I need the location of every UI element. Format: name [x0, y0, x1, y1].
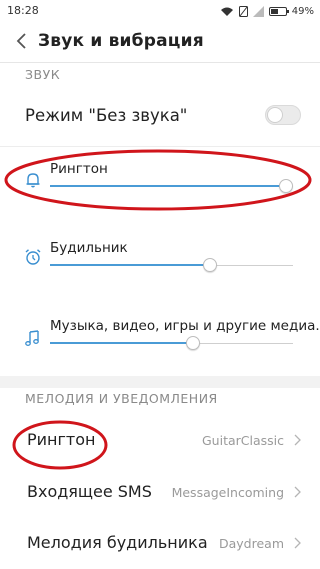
signal-icon [252, 5, 264, 17]
ringtone-value: GuitarClassic [201, 433, 284, 448]
alarm-volume-label: Будильник [50, 240, 128, 256]
alarm-melody-value: Daydream [218, 536, 284, 551]
slider-thumb[interactable] [278, 179, 293, 193]
sim-off-icon [238, 5, 248, 17]
battery-icon [268, 6, 289, 16]
slider-thumb[interactable] [186, 336, 201, 350]
silent-mode-toggle[interactable] [265, 105, 301, 125]
media-volume-slider[interactable] [50, 336, 293, 352]
silent-mode-label: Режим "Без звука" [25, 106, 188, 125]
status-time: 18:28 [7, 4, 39, 17]
status-icons: 49% [220, 3, 314, 19]
slider-fill [50, 342, 194, 344]
section-header-sound: ЗВУК [25, 67, 61, 82]
app-header: Звук и вибрация [0, 22, 320, 63]
back-arrow-icon[interactable] [12, 30, 32, 52]
ringtone-volume-label: Рингтон [50, 161, 108, 177]
music-note-icon [25, 330, 39, 346]
wifi-icon [220, 7, 233, 16]
status-bar: 18:28 49% [0, 0, 320, 22]
sms-sound-label: Входящее SMS [27, 482, 152, 501]
page-title: Звук и вибрация [38, 31, 204, 51]
chevron-right-icon [294, 434, 301, 446]
slider-fill [50, 264, 211, 266]
ringtone-volume-slider[interactable] [50, 179, 293, 195]
alarm-volume-slider[interactable] [50, 258, 293, 274]
chevron-right-icon [294, 486, 301, 498]
slider-fill [50, 185, 286, 187]
slider-thumb[interactable] [203, 258, 218, 272]
bell-icon [26, 173, 40, 188]
alarm-melody-label: Мелодия будильника [27, 533, 208, 552]
ringtone-label: Рингтон [27, 430, 96, 449]
section-divider [0, 376, 320, 388]
media-volume-label: Музыка, видео, игры и другие медиа... [50, 318, 320, 334]
battery-level [270, 8, 278, 14]
battery-percent: 49% [291, 5, 314, 17]
alarm-clock-icon [25, 249, 41, 265]
divider [0, 146, 320, 147]
chevron-right-icon [294, 537, 301, 549]
sms-sound-value: MessageIncoming [171, 485, 284, 500]
toggle-knob [267, 107, 283, 123]
section-header-melody: МЕЛОДИЯ И УВЕДОМЛЕНИЯ [25, 391, 218, 406]
